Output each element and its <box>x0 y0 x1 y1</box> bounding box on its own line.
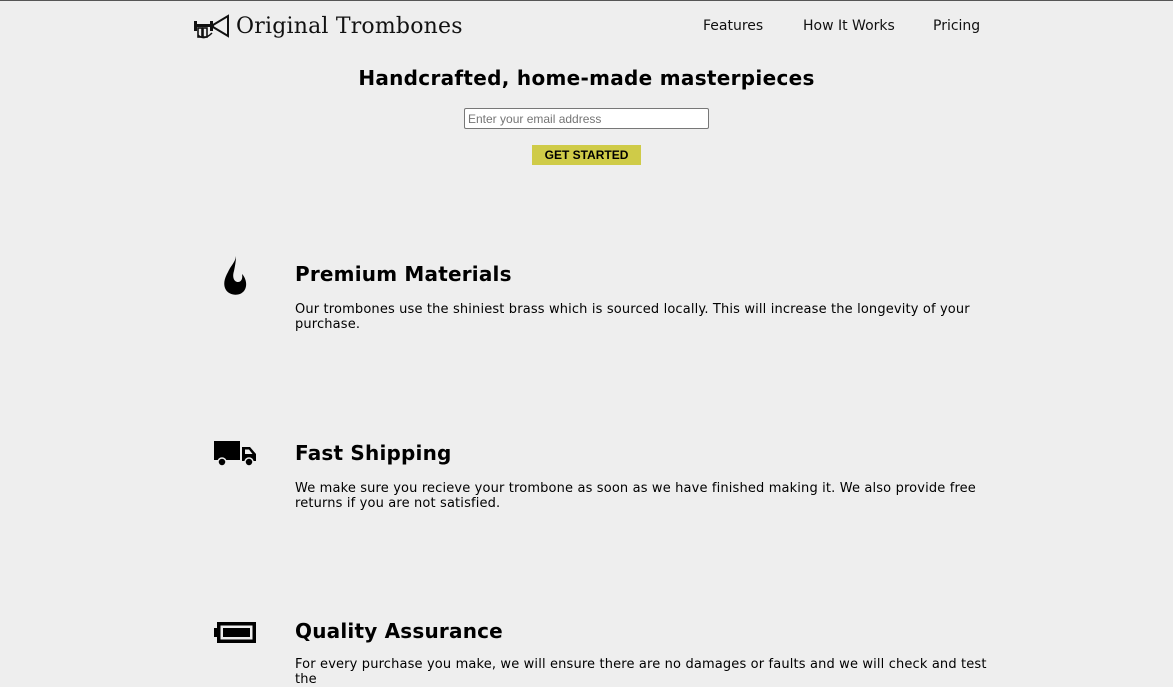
feature-description: Our trombones use the shiniest brass whi… <box>295 302 970 332</box>
get-started-button[interactable]: GET STARTED <box>532 145 641 165</box>
flame-icon <box>224 256 247 295</box>
feature-title: Quality Assurance <box>295 619 503 643</box>
feature-description: For every purchase you make, we will ens… <box>295 657 987 687</box>
hero-title: Handcrafted, home-made masterpieces <box>358 66 815 90</box>
feature-title: Fast Shipping <box>295 441 452 465</box>
feature-title: Premium Materials <box>295 262 512 286</box>
battery-full-icon <box>214 622 256 643</box>
nav-link-pricing[interactable]: Pricing <box>933 18 980 34</box>
truck-icon <box>214 441 256 467</box>
email-input[interactable] <box>464 108 709 129</box>
main-nav: Features How It Works Pricing <box>0 18 1173 38</box>
feature-description: We make sure you recieve your trombone a… <box>295 481 976 511</box>
site-header: Original Trombones Features How It Works… <box>0 1 1173 51</box>
nav-link-how-it-works[interactable]: How It Works <box>803 18 895 34</box>
nav-link-features[interactable]: Features <box>703 18 763 34</box>
